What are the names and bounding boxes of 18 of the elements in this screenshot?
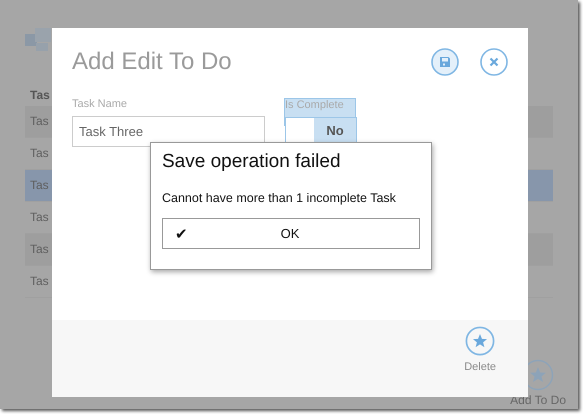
logo-icon — [25, 28, 51, 52]
row-label: Tas — [30, 113, 49, 130]
column-header: Tas — [30, 87, 50, 104]
field-label: Task Name — [72, 98, 128, 110]
row-label: Tas — [30, 177, 49, 194]
ok-button[interactable]: ✔ OK — [162, 218, 420, 249]
row-label: Tas — [30, 145, 49, 162]
row-label: Tas — [30, 241, 49, 258]
delete-button[interactable]: Delete — [464, 320, 496, 397]
save-icon[interactable] — [431, 48, 459, 76]
task-name-field[interactable]: Task Three — [72, 116, 265, 147]
row-label: Tas — [30, 273, 49, 290]
field-label: Is Complete — [285, 99, 345, 111]
row-label: Tas — [30, 209, 49, 226]
close-icon[interactable] — [480, 48, 508, 76]
alert-title: Save operation failed — [162, 151, 342, 173]
dialog-title: Add Edit To Do — [72, 48, 232, 76]
alert-message: Cannot have more than 1 incomplete Task — [162, 191, 397, 205]
